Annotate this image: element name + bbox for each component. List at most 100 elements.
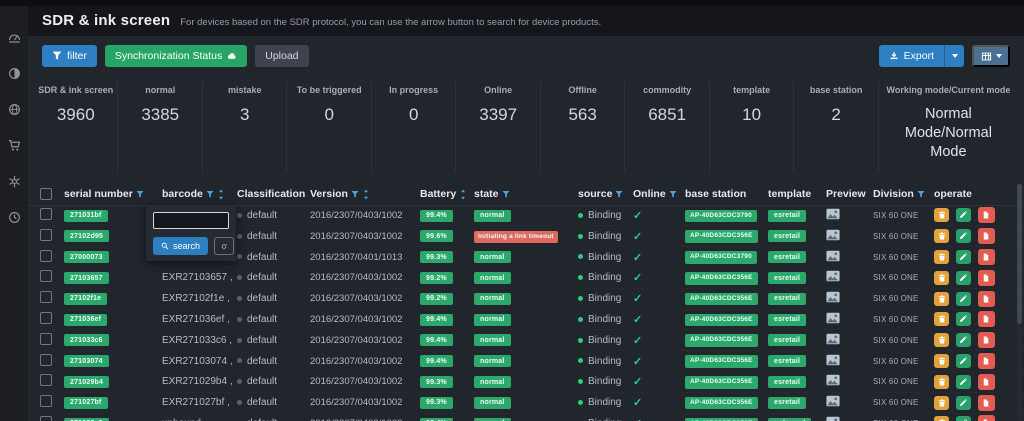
preview-icon[interactable] — [826, 312, 873, 327]
base-station-badge[interactable]: AP-40D63CDC356E — [685, 376, 758, 389]
delete-button[interactable] — [934, 292, 949, 306]
file-button[interactable] — [978, 270, 995, 286]
delete-button[interactable] — [934, 396, 949, 410]
globe-icon[interactable] — [7, 102, 21, 116]
row-checkbox[interactable] — [40, 312, 52, 324]
file-button[interactable] — [978, 395, 995, 411]
base-station-badge[interactable]: AP-40D63CDC356E — [685, 293, 758, 306]
template-badge[interactable]: esretail — [768, 355, 806, 367]
columns-button[interactable] — [972, 45, 1010, 67]
preview-icon[interactable] — [826, 229, 873, 244]
filter-icon[interactable] — [136, 190, 144, 199]
export-button[interactable]: Export — [879, 45, 944, 67]
sort-icon[interactable] — [459, 189, 467, 200]
serial-badge[interactable]: 271033c6 — [64, 334, 109, 346]
file-button[interactable] — [978, 311, 995, 327]
delete-button[interactable] — [934, 333, 949, 347]
serial-badge[interactable]: 271029b4 — [64, 376, 109, 388]
row-checkbox[interactable] — [40, 395, 52, 407]
edit-button[interactable] — [956, 208, 971, 222]
edit-button[interactable] — [956, 250, 971, 264]
edit-button[interactable] — [956, 312, 971, 326]
row-checkbox[interactable] — [40, 229, 52, 241]
base-station-badge[interactable]: AP-40D63CDC356E — [685, 418, 758, 421]
serial-badge[interactable]: 27102f1e — [64, 293, 107, 305]
sort-icon[interactable] — [362, 189, 370, 200]
serial-badge[interactable]: 27103074 — [64, 355, 109, 367]
template-badge[interactable]: esretail — [768, 334, 806, 346]
row-checkbox[interactable] — [40, 333, 52, 345]
row-checkbox[interactable] — [40, 291, 52, 303]
base-station-badge[interactable]: AP-40D63CDC3790 — [685, 210, 757, 223]
filter-icon[interactable] — [502, 190, 510, 199]
serial-badge[interactable]: 27103657 — [64, 272, 109, 284]
preview-icon[interactable] — [826, 395, 873, 410]
upload-button[interactable]: Upload — [255, 45, 308, 67]
base-station-badge[interactable]: AP-40D63CDC356E — [685, 230, 758, 243]
template-badge[interactable]: esretail — [768, 251, 806, 263]
preview-icon[interactable] — [826, 416, 873, 421]
template-badge[interactable]: esretail — [768, 314, 806, 326]
cart-icon[interactable] — [7, 138, 21, 152]
edit-button[interactable] — [956, 354, 971, 368]
file-button[interactable] — [978, 228, 995, 244]
contrast-icon[interactable] — [7, 66, 21, 80]
template-badge[interactable]: esretail — [768, 230, 806, 242]
row-checkbox[interactable] — [40, 270, 52, 282]
search-button[interactable]: search — [153, 237, 208, 255]
row-checkbox[interactable] — [40, 374, 52, 386]
delete-button[interactable] — [934, 375, 949, 389]
preview-icon[interactable] — [826, 250, 873, 265]
filter-button[interactable]: filter — [42, 45, 97, 67]
delete-button[interactable] — [934, 250, 949, 264]
base-station-badge[interactable]: AP-40D63CDC356E — [685, 314, 758, 327]
row-checkbox[interactable] — [40, 354, 52, 366]
clock-icon[interactable] — [7, 210, 21, 224]
edit-button[interactable] — [956, 292, 971, 306]
base-station-badge[interactable]: AP-40D63CDC356E — [685, 272, 758, 285]
preview-icon[interactable] — [826, 333, 873, 348]
template-badge[interactable]: esretail — [768, 376, 806, 388]
template-badge[interactable]: esretail — [768, 293, 806, 305]
serial-badge[interactable]: 271036ef — [64, 314, 107, 326]
edit-button[interactable] — [956, 271, 971, 285]
template-badge[interactable]: esretail — [768, 272, 806, 284]
file-button[interactable] — [978, 291, 995, 307]
edit-button[interactable] — [956, 333, 971, 347]
delete-button[interactable] — [934, 416, 949, 421]
serial-badge[interactable]: 271027bf — [64, 397, 108, 409]
filter-icon[interactable] — [669, 190, 677, 199]
preview-icon[interactable] — [826, 354, 873, 369]
edit-button[interactable] — [956, 375, 971, 389]
file-button[interactable] — [978, 374, 995, 390]
select-all-checkbox[interactable] — [40, 188, 52, 200]
delete-button[interactable] — [934, 354, 949, 368]
delete-button[interactable] — [934, 271, 949, 285]
barcode-search-input[interactable] — [153, 212, 229, 229]
serial-badge[interactable]: 271033a0 — [64, 418, 109, 421]
row-checkbox[interactable] — [40, 250, 52, 262]
template-badge[interactable]: esretail — [768, 397, 806, 409]
scrollbar-thumb[interactable] — [1017, 184, 1022, 324]
edit-button[interactable] — [956, 416, 971, 421]
filter-icon[interactable] — [351, 190, 359, 199]
serial-badge[interactable]: 27102d95 — [64, 230, 109, 242]
preview-icon[interactable] — [826, 291, 873, 306]
scrollbar-track[interactable] — [1017, 184, 1022, 421]
file-button[interactable] — [978, 353, 995, 369]
file-button[interactable] — [978, 415, 995, 421]
sort-icon[interactable] — [217, 189, 225, 200]
filter-icon[interactable] — [615, 190, 623, 199]
base-station-badge[interactable]: AP-40D63CDC3790 — [685, 251, 757, 264]
file-button[interactable] — [978, 332, 995, 348]
file-button[interactable] — [978, 207, 995, 223]
row-checkbox[interactable] — [40, 208, 52, 220]
row-checkbox[interactable] — [40, 416, 52, 421]
template-badge[interactable]: esretail — [768, 210, 806, 222]
preview-icon[interactable] — [826, 270, 873, 285]
edit-button[interactable] — [956, 229, 971, 243]
dashboard-icon[interactable] — [7, 30, 21, 44]
gear-icon[interactable] — [7, 174, 21, 188]
serial-badge[interactable]: 27000073 — [64, 251, 109, 263]
delete-button[interactable] — [934, 208, 949, 222]
